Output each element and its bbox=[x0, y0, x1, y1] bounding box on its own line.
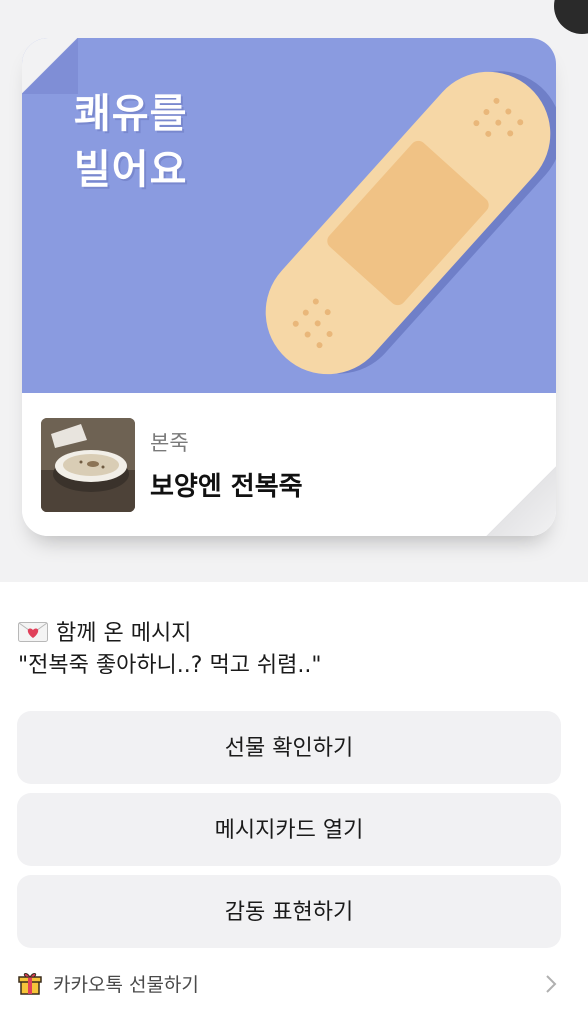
message-title: 함께 온 메시지 bbox=[56, 621, 192, 646]
open-message-card-button[interactable]: 메시지카드 열기 bbox=[17, 793, 561, 866]
gift-actions-panel: 함께 온 메시지 "전복죽 좋아하니..? 먹고 쉬렴.." 선물 확인하기 메… bbox=[0, 582, 588, 1018]
gift-card-area: 쾌유를 빌어요 본죽 보양엔 전복죽 bbox=[0, 0, 588, 582]
card-page-curl bbox=[486, 466, 556, 536]
gift-banner: 쾌유를 빌어요 bbox=[22, 38, 556, 393]
product-name: 보양엔 전복죽 bbox=[150, 472, 303, 502]
porridge-bowl-image bbox=[41, 418, 135, 512]
chevron-right-icon bbox=[546, 975, 557, 993]
gift-card[interactable]: 쾌유를 빌어요 본죽 보양엔 전복죽 bbox=[22, 38, 556, 536]
product-brand: 본죽 bbox=[150, 431, 189, 455]
banner-headline: 쾌유를 빌어요 bbox=[74, 86, 274, 198]
banner-headline-line1: 쾌유를 bbox=[74, 91, 188, 137]
gift-box-icon bbox=[18, 973, 42, 995]
banner-headline-line2: 빌어요 bbox=[74, 147, 188, 193]
card-corner-fold bbox=[22, 38, 78, 94]
kakaotalk-gift-link[interactable]: 카카오톡 선물하기 bbox=[17, 966, 561, 1002]
check-gift-button[interactable]: 선물 확인하기 bbox=[17, 711, 561, 784]
message-body: "전복죽 좋아하니..? 먹고 쉬렴.." bbox=[18, 653, 322, 678]
attached-message: 함께 온 메시지 "전복죽 좋아하니..? 먹고 쉬렴.." bbox=[18, 618, 568, 682]
product-info: 본죽 보양엔 전복죽 bbox=[22, 393, 556, 536]
express-thanks-button[interactable]: 감동 표현하기 bbox=[17, 875, 561, 948]
footer-label: 카카오톡 선물하기 bbox=[53, 974, 199, 996]
envelope-heart-icon bbox=[18, 622, 48, 642]
